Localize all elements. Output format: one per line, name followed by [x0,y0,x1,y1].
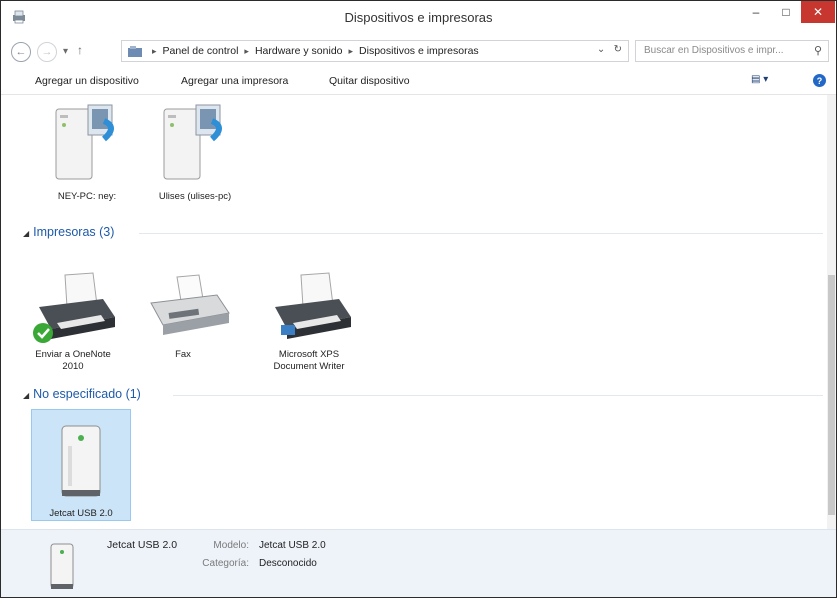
breadcrumb-separator: ▸ [244,45,249,56]
navigation-bar: ← → ▾ ↑ ▸ Panel de control ▸ Hardware y … [1,34,836,68]
back-button[interactable]: ← [11,42,31,62]
printer-item-fax[interactable]: Fax [133,265,233,361]
group-divider [173,395,823,396]
add-printer-button[interactable]: Agregar una impresora [181,75,288,87]
printer-item-onenote[interactable]: Enviar a OneNote 2010 [23,265,123,373]
details-model-value: Jetcat USB 2.0 [259,540,326,551]
breadcrumb-hardware-y-sonido[interactable]: Hardware y sonido [255,45,343,57]
close-button[interactable]: ✕ [801,1,835,23]
address-bar[interactable]: ▸ Panel de control ▸ Hardware y sonido ▸… [121,40,629,62]
details-model-key: Modelo: [213,540,249,551]
usb-drive-icon [50,543,74,589]
help-icon[interactable]: ? [813,74,826,87]
forward-button[interactable]: → [37,42,57,62]
search-input[interactable]: Buscar en Dispositivos e impr... ⚲ [635,40,829,62]
computer-media-icon [163,104,222,180]
device-label: Ulises (ulises-pc) [158,191,232,202]
search-icon[interactable]: ⚲ [814,44,822,57]
printer-item-xps[interactable]: Microsoft XPS Document Writer [259,265,359,373]
device-item-ulises[interactable]: Ulises (ulises-pc) [145,101,245,203]
printer-icon [275,272,351,339]
title-bar: Dispositivos e impresoras – □ ✕ [1,1,836,34]
change-view-icon[interactable]: ▤ ▾ [751,74,768,85]
printer-label-line2: 2010 [62,361,84,372]
window: Dispositivos e impresoras – □ ✕ ← → ▾ ↑ … [0,0,837,598]
group-header-no-especificado[interactable]: ◢ No especificado (1) [23,387,141,401]
window-title: Dispositivos e impresoras [344,10,493,25]
collapse-triangle-icon[interactable]: ◢ [23,229,29,238]
details-device-name: Jetcat USB 2.0 [107,539,178,551]
device-label: NEY-PC: ney: [57,191,117,202]
group-header-impresoras[interactable]: ◢ Impresoras (3) [23,225,114,239]
details-pane: Jetcat USB 2.0 Modelo: Jetcat USB 2.0 Ca… [1,529,836,597]
printer-label-line1: Enviar a OneNote [35,349,111,360]
command-bar: Agregar un dispositivo Agregar una impre… [1,68,836,95]
vertical-scrollbar[interactable] [827,95,836,529]
devices-view: NEY-PC: ney: Ulises (ulises-pc) ◢ Impreso… [1,95,827,529]
printer-label-line1: Fax [175,349,191,360]
printer-icon [33,272,115,343]
add-device-button[interactable]: Agregar un dispositivo [35,75,139,87]
group-title: Impresoras (3) [33,225,115,239]
breadcrumb-separator: ▸ [152,45,157,56]
group-divider [139,233,823,234]
search-placeholder: Buscar en Dispositivos e impr... [644,45,784,56]
fax-icon [150,274,230,335]
details-category-value: Desconocido [259,558,317,569]
device-label: Jetcat USB 2.0 [49,508,113,519]
control-panel-icon [128,45,142,57]
device-item-ney-pc[interactable]: NEY-PC: ney: [37,101,137,203]
breadcrumb-separator: ▸ [348,45,354,56]
breadcrumb-panel-de-control[interactable]: Panel de control [163,45,239,57]
group-title: No especificado (1) [33,387,141,401]
details-category-key: Categoría: [202,558,249,569]
computer-media-icon [55,104,114,180]
up-arrow-icon[interactable]: ↑ [77,43,83,57]
printer-label-line1: Microsoft XPS [278,349,340,360]
breadcrumb-dispositivos-e-impresoras[interactable]: Dispositivos e impresoras [359,45,479,57]
recent-pages-chevron-icon[interactable]: ▾ [63,46,68,57]
remove-device-button[interactable]: Quitar dispositivo [329,75,410,87]
printer-label-line2: Document Writer [273,361,345,372]
device-item-jetcat[interactable]: Jetcat USB 2.0 [31,409,131,521]
collapse-triangle-icon[interactable]: ◢ [23,391,29,400]
address-dropdown-refresh-icon[interactable]: ⌄ ↻ [597,44,622,55]
minimize-button[interactable]: – [743,1,769,23]
usb-drive-icon [61,425,101,497]
scrollbar-thumb[interactable] [828,275,835,515]
maximize-button[interactable]: □ [773,1,799,23]
